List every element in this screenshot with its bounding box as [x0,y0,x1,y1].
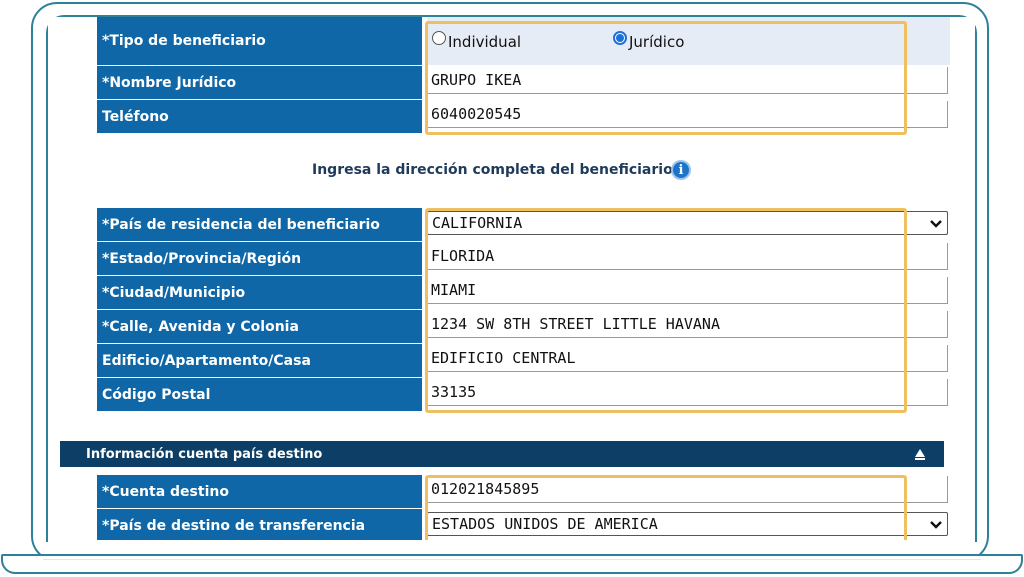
chevron-down-icon[interactable] [929,216,943,232]
form-content: *Tipo de beneficiario Individual Jurídic… [48,17,975,540]
building-cell: EDIFICIO CENTRAL [427,344,950,377]
street-label: *Calle, Avenida y Colonia [97,310,422,343]
destination-country-cell: ESTADOS UNIDOS DE AMERICA [427,509,950,540]
beneficiary-phone-label: Teléfono [97,100,422,133]
state-cell: FLORIDA [427,242,950,275]
state-input[interactable]: FLORIDA [427,243,948,270]
beneficiary-type-label: *Tipo de beneficiario [97,17,422,65]
radio-individual-circle[interactable] [432,31,446,45]
laptop-base [1,554,1023,574]
postal-code-cell: 33135 [427,378,950,411]
destination-account-cell: 012021845895 [427,475,950,508]
destination-account-input[interactable]: 012021845895 [427,476,948,503]
radio-juridico[interactable]: Jurídico [613,31,685,51]
destination-section-title: Información cuenta país destino [86,446,323,462]
street-input[interactable]: 1234 SW 8TH STREET LITTLE HAVANA [427,311,948,338]
radio-juridico-circle[interactable] [613,31,627,45]
beneficiary-phone-input[interactable]: 6040020545 [427,101,948,128]
info-icon[interactable]: i [671,160,691,180]
residence-country-value: CALIFORNIA [432,214,523,232]
beneficiary-name-input[interactable]: GRUPO IKEA [427,67,948,94]
address-instruction: Ingresa la dirección completa del benefi… [312,162,673,178]
radio-individual[interactable]: Individual [432,31,522,51]
destination-country-label: *País de destino de transferencia [97,509,422,540]
city-label: *Ciudad/Municipio [97,276,422,309]
radio-juridico-label: Jurídico [629,33,685,51]
laptop-base-line [43,559,981,560]
beneficiary-name-label: *Nombre Jurídico [97,66,422,99]
beneficiary-name-cell: GRUPO IKEA [427,66,950,99]
chevron-down-icon[interactable] [929,517,943,533]
destination-account-label: *Cuenta destino [97,475,422,508]
city-cell: MIAMI [427,276,950,309]
residence-country-select[interactable]: CALIFORNIA [427,211,948,235]
beneficiary-phone-cell: 6040020545 [427,100,950,133]
destination-section-header[interactable]: Información cuenta país destino [60,441,944,467]
residence-country-label: *País de residencia del beneficiario [97,208,422,241]
residence-country-cell: CALIFORNIA [427,208,950,241]
postal-code-label: Código Postal [97,378,422,411]
state-label: *Estado/Provincia/Región [97,242,422,275]
collapse-arrow-icon[interactable] [914,448,926,460]
beneficiary-type-radio-group: Individual Jurídico [427,17,950,65]
city-input[interactable]: MIAMI [427,277,948,304]
destination-country-select[interactable]: ESTADOS UNIDOS DE AMERICA [427,512,948,536]
radio-individual-label: Individual [448,33,522,51]
building-input[interactable]: EDIFICIO CENTRAL [427,345,948,372]
street-cell: 1234 SW 8TH STREET LITTLE HAVANA [427,310,950,343]
building-label: Edificio/Apartamento/Casa [97,344,422,377]
postal-code-input[interactable]: 33135 [427,379,948,406]
destination-country-value: ESTADOS UNIDOS DE AMERICA [432,515,658,533]
